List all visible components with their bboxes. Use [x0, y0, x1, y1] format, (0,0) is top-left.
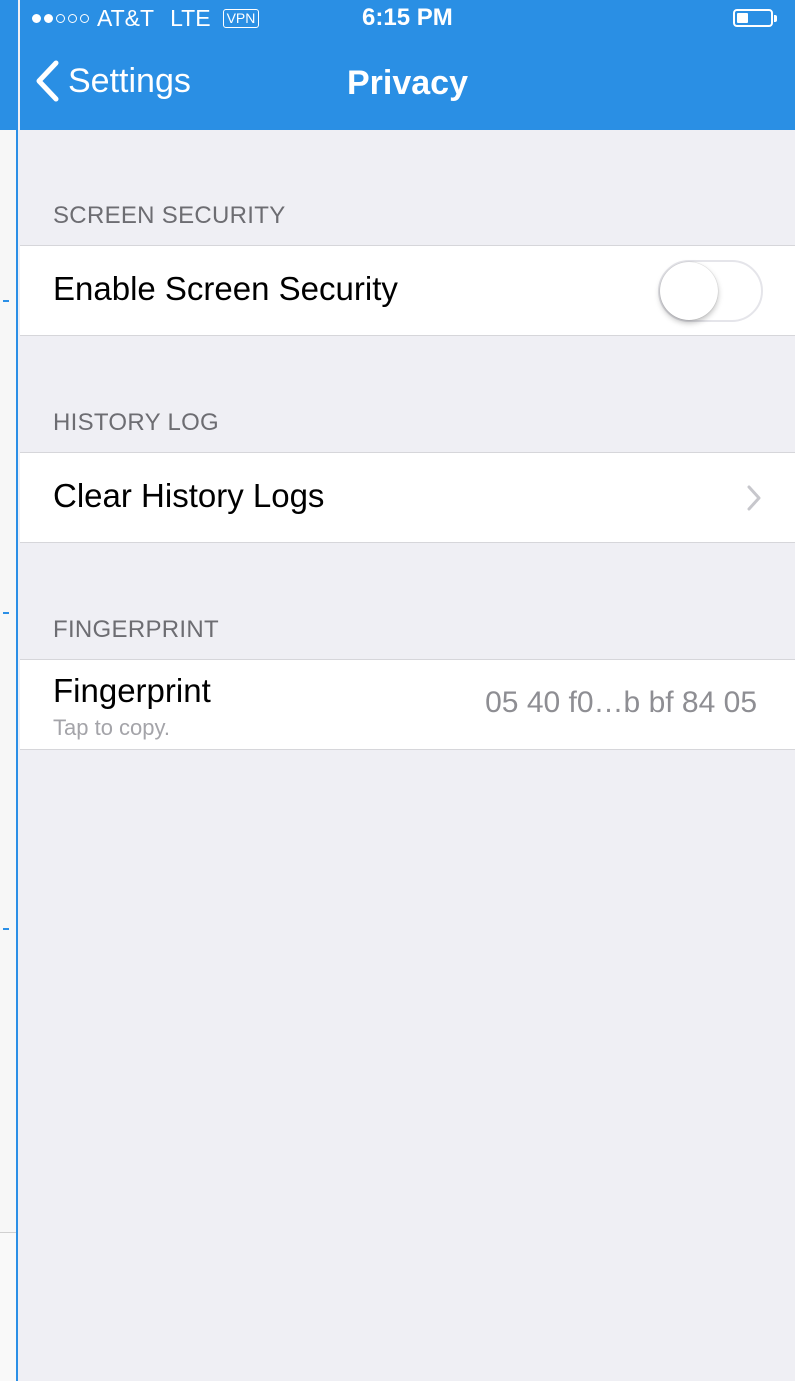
- page-title: Privacy: [347, 64, 468, 102]
- network-type: LTE: [170, 5, 211, 31]
- section-header-screen-security: SCREEN SECURITY: [53, 202, 286, 229]
- battery-icon: [733, 9, 777, 27]
- previous-screen-mark: [3, 612, 9, 614]
- signal-strength-icon: [32, 14, 89, 23]
- fingerprint-sublabel: Tap to copy.: [53, 715, 170, 740]
- signal-dot: [56, 14, 65, 23]
- battery-cap: [774, 15, 777, 22]
- privacy-screen: AT&T LTE VPN 6:15 PM Settings Privacy SC…: [20, 0, 795, 1381]
- previous-screen-mark: [3, 300, 9, 302]
- previous-screen-header: [0, 0, 16, 130]
- section-header-history-log: HISTORY LOG: [53, 409, 220, 436]
- enable-screen-security-row[interactable]: Enable Screen Security: [20, 245, 795, 336]
- section-header-fingerprint: FINGERPRINT: [53, 616, 219, 643]
- toggle-knob: [660, 262, 718, 320]
- header: AT&T LTE VPN 6:15 PM Settings Privacy: [20, 0, 795, 130]
- fingerprint-label: Fingerprint: [53, 672, 211, 709]
- previous-screen-tabbar: [0, 1232, 16, 1381]
- signal-dot: [32, 14, 41, 23]
- previous-screen-edge: [0, 0, 18, 1381]
- status-left: AT&T LTE VPN: [32, 5, 260, 32]
- battery-level: [737, 13, 748, 23]
- signal-dot: [68, 14, 77, 23]
- status-bar: AT&T LTE VPN 6:15 PM: [20, 0, 795, 38]
- signal-dot: [80, 14, 89, 23]
- enable-screen-security-label: Enable Screen Security: [53, 270, 398, 307]
- fingerprint-value: 05 40 f0…b bf 84 05: [485, 686, 757, 719]
- status-time: 6:15 PM: [362, 4, 453, 31]
- screen-security-toggle[interactable]: [658, 260, 763, 322]
- navigation-bar: Settings Privacy: [20, 38, 795, 130]
- fingerprint-row[interactable]: Fingerprint Tap to copy. 05 40 f0…b bf 8…: [20, 659, 795, 750]
- chevron-right-icon: [747, 485, 761, 511]
- clear-history-logs-label: Clear History Logs: [53, 477, 325, 514]
- signal-dot: [44, 14, 53, 23]
- vpn-badge: VPN: [222, 9, 260, 28]
- carrier-name: AT&T: [97, 5, 155, 31]
- clear-history-logs-row[interactable]: Clear History Logs: [20, 452, 795, 543]
- previous-screen-mark: [3, 928, 9, 930]
